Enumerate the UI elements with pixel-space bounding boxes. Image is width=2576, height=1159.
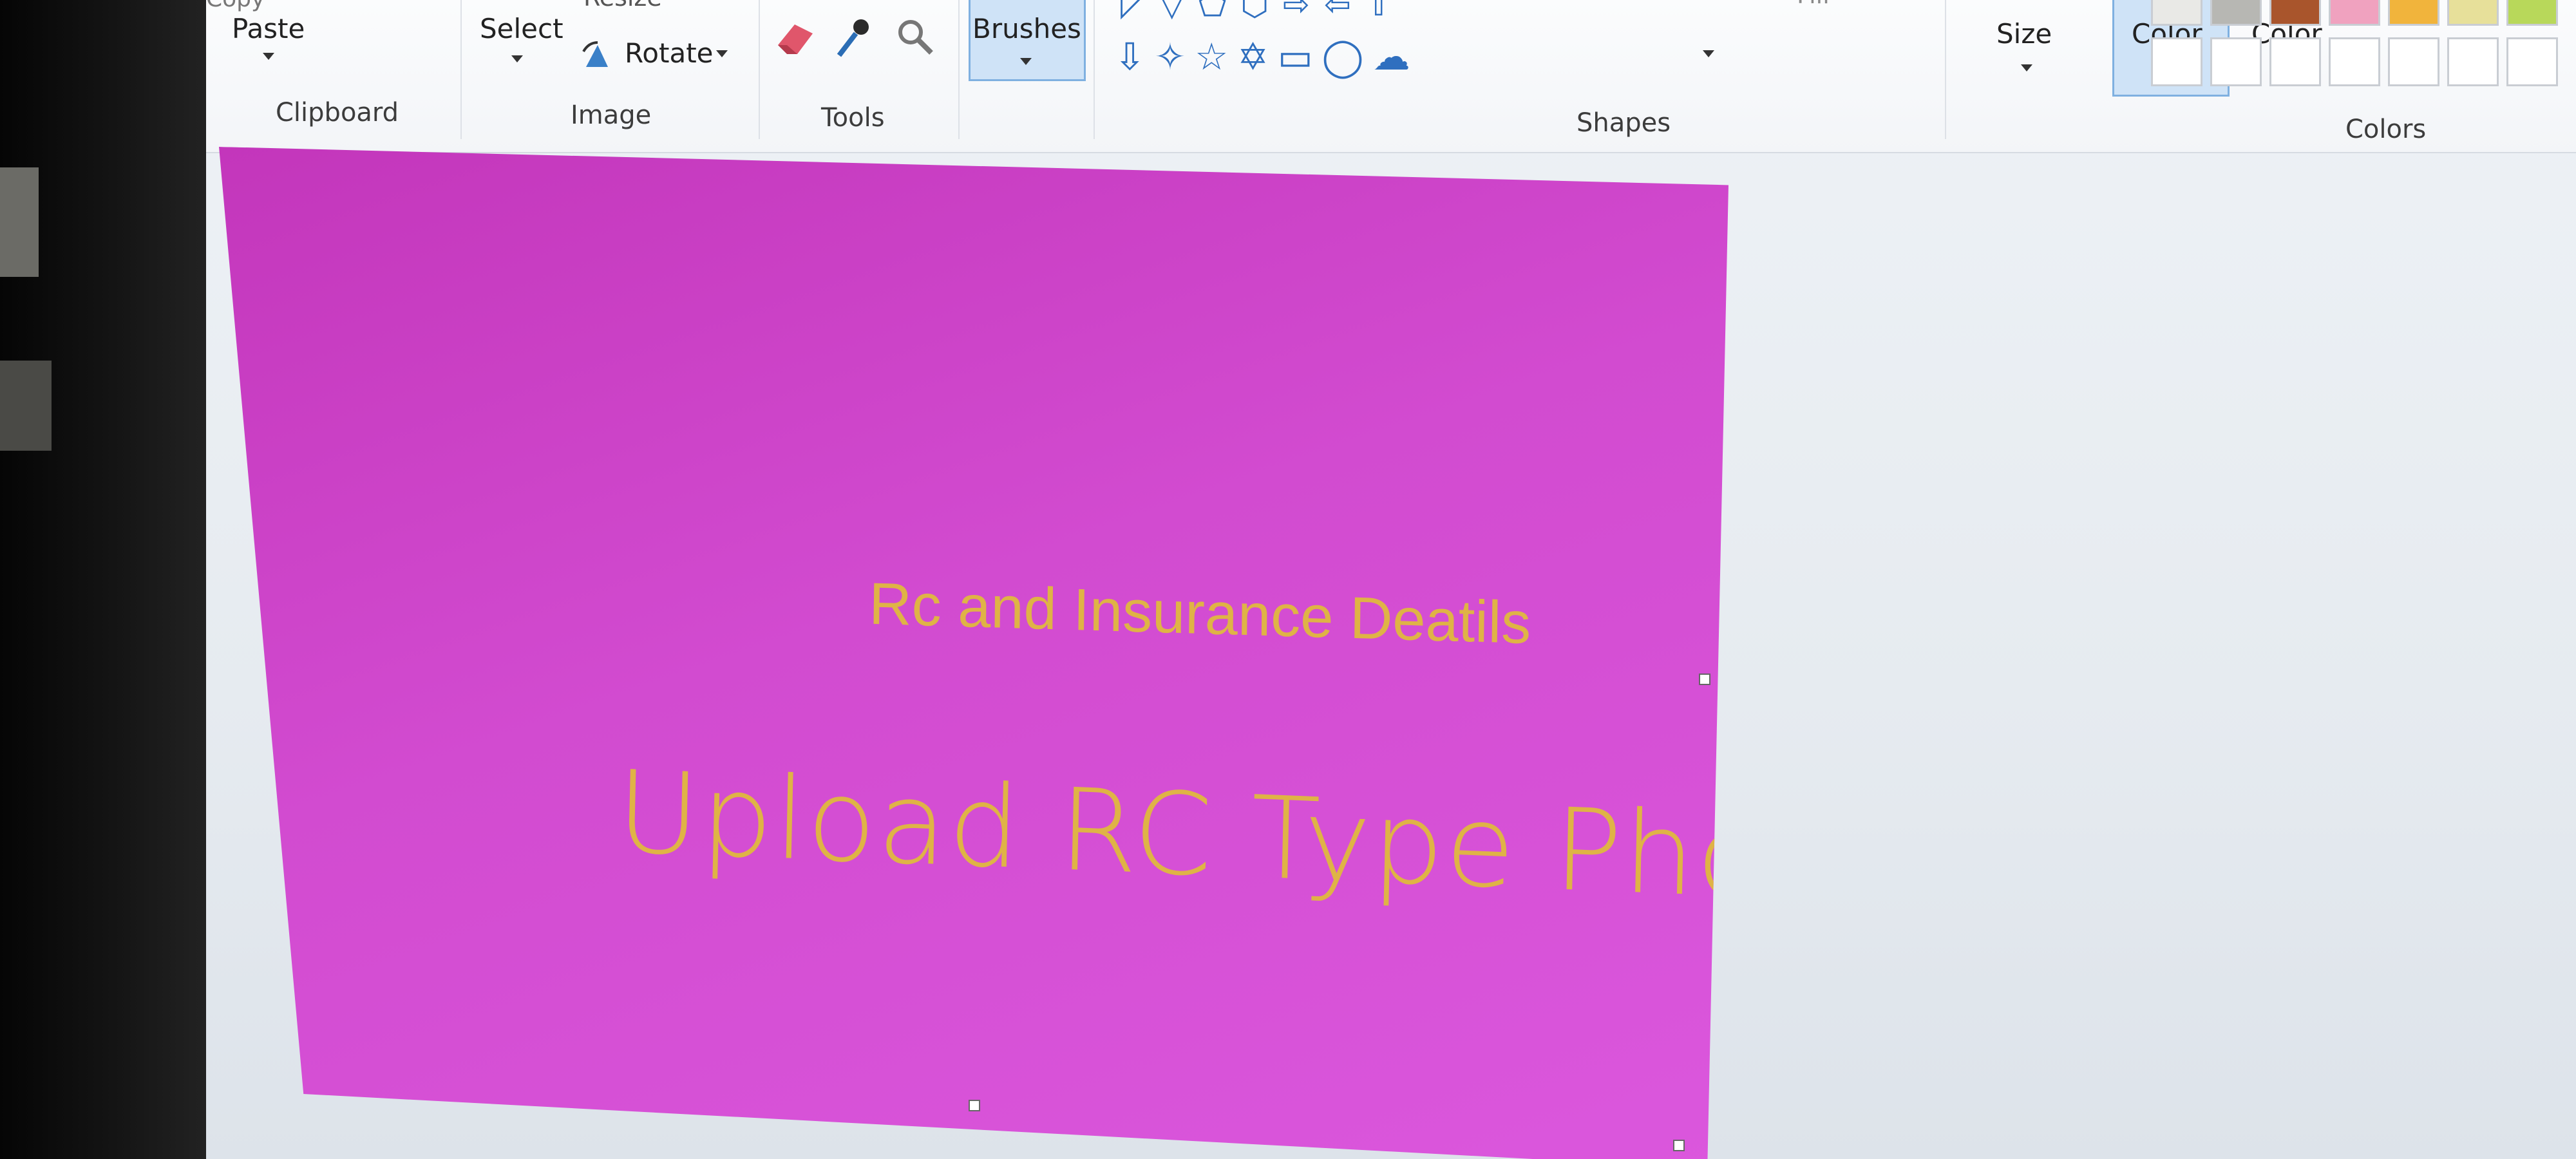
color-swatch[interactable] [2506,37,2558,86]
canvas-resize-handle-right[interactable] [1699,674,1710,685]
group-separator [460,0,462,139]
background-window-edge-2 [0,361,52,451]
size-dropdown-icon[interactable] [2021,64,2032,71]
up-arrow-shape-icon[interactable]: ⇧ [1365,0,1392,23]
triangle-shape-icon[interactable]: ◸ [1121,0,1145,23]
rect-callout-icon[interactable]: ▭ [1278,38,1313,75]
color-palette [2151,0,2576,103]
rotate-icon [582,41,608,67]
brushes-label: Brushes [972,13,1081,44]
color-swatch[interactable] [2151,0,2202,26]
color-swatch[interactable] [2388,37,2439,86]
color-picker-icon[interactable] [834,15,873,61]
hexagon-shape-icon[interactable]: ⬡ [1240,0,1269,23]
select-dropdown-icon[interactable] [511,55,523,62]
shapes-more-icon[interactable] [1703,50,1714,57]
pentagon-shape-icon[interactable]: ⬠ [1198,0,1226,23]
color-swatch[interactable] [2447,37,2499,86]
paint-window: Copy Paste Clipboard Select Resize Rotat… [206,0,2576,1159]
color-swatch[interactable] [2329,37,2380,86]
background-window-edge [0,167,39,277]
four-point-star-icon[interactable]: ✧ [1155,38,1186,75]
brushes-dropdown-icon[interactable] [1020,58,1032,65]
size-button[interactable]: Size [1996,18,2052,50]
group-separator [958,0,960,139]
color-swatch[interactable] [2269,37,2321,86]
canvas-main-text: Upload RC Type Photo [615,746,1885,929]
color-swatch[interactable] [2447,0,2499,26]
rotate-button[interactable]: Rotate [625,37,714,69]
eraser-icon[interactable] [773,19,818,58]
diamond-shape-icon[interactable]: ▽ [1159,0,1184,23]
paste-dropdown-icon[interactable] [263,53,274,60]
group-separator [1094,0,1095,139]
drawing-canvas[interactable]: Rc and Insurance Deatils Upload RC Type … [219,147,1728,1159]
left-arrow-shape-icon[interactable]: ⇦ [1324,0,1351,23]
clipboard-group-label: Clipboard [276,98,399,127]
color-swatch[interactable] [2388,0,2439,26]
six-point-star-icon[interactable]: ✡ [1237,38,1269,75]
magnifier-icon[interactable] [895,17,936,58]
rotate-dropdown-icon[interactable] [716,50,728,57]
copy-button-label[interactable]: Copy [206,0,265,12]
oval-callout-icon[interactable]: ◯ [1322,38,1364,75]
canvas-title-text: Rc and Insurance Deatils [868,570,1531,657]
color-swatch[interactable] [2329,0,2380,26]
color-swatch[interactable] [2269,0,2321,26]
shapes-gallery: ⇩ ✧ ☆ ✡ ▭ ◯ ☁ [1114,33,1410,80]
colors-group-label: Colors [2345,115,2427,144]
shapes-group-label: Shapes [1577,108,1671,138]
color-swatch[interactable] [2210,0,2262,26]
color-swatch[interactable] [2506,0,2558,26]
paste-button[interactable]: Paste [232,13,305,44]
fill-button[interactable]: Fill [1797,0,1830,9]
canvas-resize-handle-bottom[interactable] [969,1100,980,1111]
ribbon: Copy Paste Clipboard Select Resize Rotat… [206,0,2576,153]
select-button[interactable]: Select [480,13,564,44]
resize-button[interactable]: Resize [583,0,662,12]
tools-group-label: Tools [821,103,885,133]
cloud-callout-icon[interactable]: ☁ [1373,38,1410,75]
color-swatch[interactable] [2151,37,2202,86]
group-separator [759,0,760,139]
color-swatch[interactable] [2210,37,2262,86]
down-arrow-shape-icon[interactable]: ⇩ [1114,38,1146,75]
image-group-label: Image [571,100,652,130]
group-separator [1945,0,1946,139]
right-arrow-shape-icon[interactable]: ⇨ [1283,0,1310,23]
shapes-gallery-top-row: ◸ ▽ ⬠ ⬡ ⇨ ⇦ ⇧ [1121,0,1392,23]
five-point-star-icon[interactable]: ☆ [1195,38,1228,75]
canvas-resize-handle-corner[interactable] [1673,1140,1685,1151]
